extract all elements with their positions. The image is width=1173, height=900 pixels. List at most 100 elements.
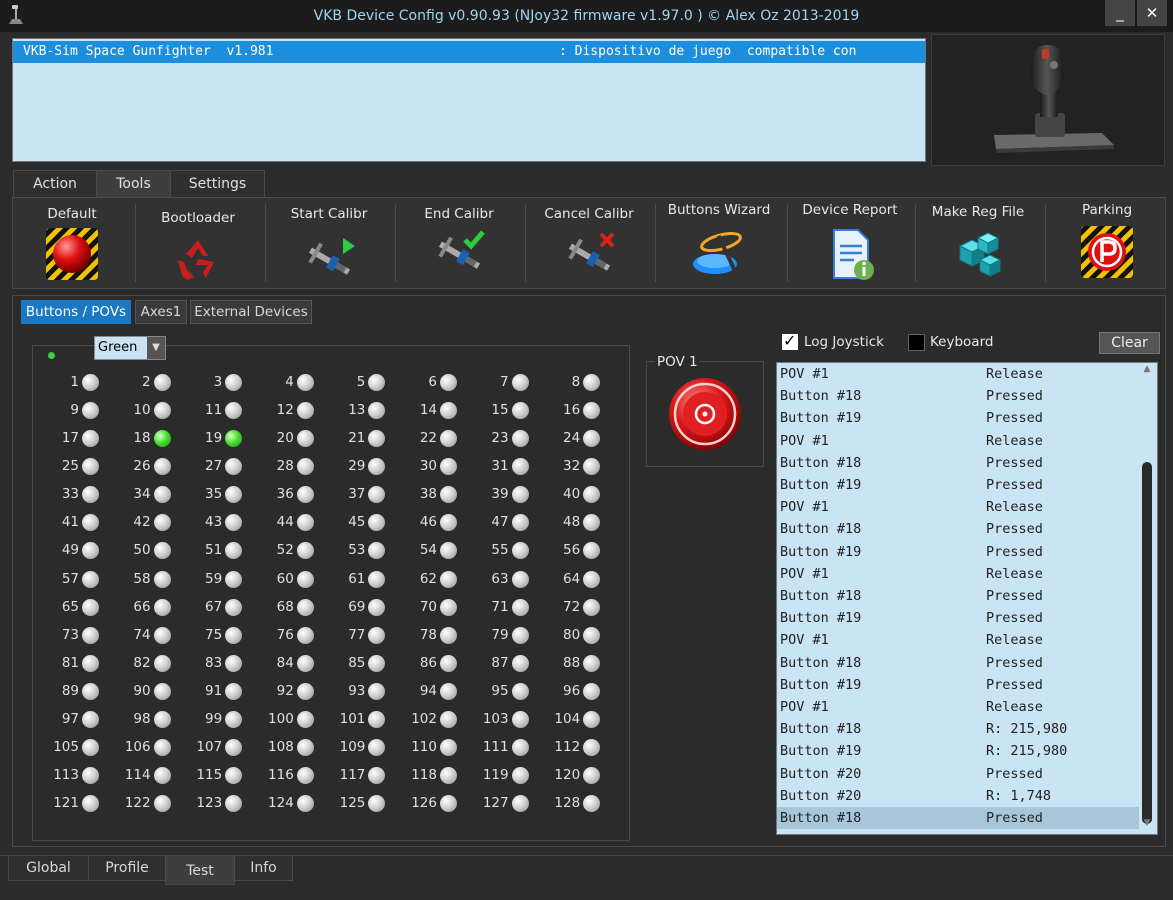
cancel-calibr-button[interactable]: Cancel Calibr [529, 198, 649, 288]
subtab-external-devices[interactable]: External Devices [190, 300, 312, 324]
led-color-select[interactable]: Green ▼ [94, 336, 166, 360]
device-list[interactable]: VKB-Sim Space Gunfighter v1.981 : Dispos… [12, 38, 926, 162]
start-calibr-button[interactable]: Start Calibr [269, 198, 389, 288]
button-led-icon [296, 542, 314, 560]
log-scroll-thumb[interactable] [1142, 462, 1152, 824]
joystick-button-40: 40 [532, 485, 602, 505]
log-row[interactable]: Button #18 Pressed [777, 518, 1139, 540]
parking-button[interactable]: Parking [1049, 198, 1165, 288]
button-led-icon [511, 682, 529, 700]
default-button[interactable]: Default [13, 198, 131, 288]
button-number: 8 [571, 374, 581, 390]
scroll-down-icon[interactable]: ▼ [1141, 818, 1153, 832]
log-row[interactable]: Button #19 Pressed [777, 407, 1139, 429]
make-reg-file-button[interactable]: Make Reg File [919, 198, 1037, 288]
joystick-button-31: 31 [461, 457, 531, 477]
registry-cubes-icon [950, 224, 1006, 280]
button-number: 96 [563, 682, 581, 699]
log-row[interactable]: Button #18 Pressed [777, 585, 1139, 607]
subtab-buttons-povs[interactable]: Buttons / POVs [21, 300, 131, 324]
log-row[interactable]: POV #1 Release [777, 496, 1139, 518]
button-led-icon [368, 626, 386, 644]
log-item: Button #18 [780, 388, 862, 405]
scroll-up-icon[interactable]: ▲ [1141, 364, 1153, 378]
bottom-tab-global[interactable]: Global [8, 856, 89, 881]
chevron-down-icon[interactable]: ▼ [147, 337, 165, 359]
tab-action[interactable]: Action [13, 170, 97, 198]
button-led-icon [368, 710, 386, 728]
keyboard-checkbox[interactable] [908, 334, 925, 351]
joystick-button-120: 120 [532, 766, 602, 786]
log-state: Pressed [986, 654, 1043, 671]
event-log-list[interactable]: POV #1 Release Button #18 Pressed Button #19… [776, 362, 1158, 835]
button-led-icon [153, 710, 171, 728]
device-report-button[interactable]: Device Report [791, 198, 909, 288]
log-row[interactable]: Button #18 Pressed [777, 385, 1139, 407]
button-led-icon [296, 486, 314, 504]
log-joystick-checkbox[interactable]: ✓ [782, 331, 798, 350]
clear-button[interactable]: Clear [1099, 332, 1160, 354]
log-row[interactable]: Button #18 Pressed [777, 652, 1139, 674]
bottom-tab-profile[interactable]: Profile [88, 856, 166, 881]
close-button[interactable]: ✕ [1137, 0, 1167, 26]
log-row[interactable]: Button #18 R: 215,980 [777, 718, 1139, 740]
log-row[interactable]: Button #20 Pressed [777, 763, 1139, 785]
button-led-icon [153, 654, 171, 672]
log-row[interactable]: Button #18 Pressed [777, 452, 1139, 474]
end-calibr-button[interactable]: End Calibr [399, 198, 519, 288]
log-row[interactable]: Button #19 Pressed [777, 607, 1139, 629]
button-number: 22 [419, 430, 437, 447]
button-led-icon [153, 598, 171, 616]
joystick-button-66: 66 [103, 598, 173, 618]
log-row[interactable]: Button #20 R: 1,748 [777, 785, 1139, 807]
device-list-item[interactable]: VKB-Sim Space Gunfighter v1.981 : Dispos… [13, 41, 925, 63]
tab-settings[interactable]: Settings [170, 170, 265, 198]
buttons-wizard-button[interactable]: Buttons Wizard [659, 198, 779, 288]
bootloader-button[interactable]: Bootloader [139, 198, 257, 288]
joystick-button-18: 18 [103, 429, 173, 449]
button-number: 93 [348, 682, 366, 699]
log-row[interactable]: POV #1 Release [777, 430, 1139, 452]
button-number: 4 [285, 374, 294, 390]
log-row[interactable]: Button #19 Pressed [777, 541, 1139, 563]
log-row[interactable]: Button #19 R: 215,980 [777, 740, 1139, 762]
tab-tools[interactable]: Tools [96, 170, 171, 198]
button-number: 92 [276, 682, 294, 699]
button-led-icon [583, 598, 601, 616]
joystick-button-38: 38 [389, 485, 459, 505]
log-row[interactable]: POV #1 Release [777, 363, 1139, 385]
log-row[interactable]: Button #19 Pressed [777, 474, 1139, 496]
log-state: Pressed [986, 388, 1043, 405]
button-led-icon [440, 430, 457, 448]
joystick-button-77: 77 [317, 626, 387, 646]
button-led-icon [225, 682, 243, 700]
log-item: POV #1 [780, 432, 829, 449]
log-row[interactable]: POV #1 Release [777, 696, 1139, 718]
log-row[interactable]: Button #19 Pressed [777, 674, 1139, 696]
button-led-icon [296, 682, 314, 700]
bottom-tab-info[interactable]: Info [234, 856, 293, 881]
bottom-tab-test[interactable]: Test [165, 856, 235, 885]
log-row[interactable]: POV #1 Release [777, 629, 1139, 651]
joystick-button-63: 63 [461, 570, 531, 590]
log-row[interactable]: POV #1 Release [777, 563, 1139, 585]
button-led-icon [153, 542, 171, 560]
joystick-button-118: 118 [389, 766, 459, 786]
make-reg-file-label: Make Reg File [931, 204, 1025, 220]
minimize-button[interactable]: _ [1105, 0, 1135, 26]
button-led-icon [511, 542, 529, 560]
subtab-axes1[interactable]: Axes1 [135, 300, 187, 324]
button-number: 106 [124, 738, 151, 755]
button-led-icon [225, 542, 243, 560]
button-number: 9 [70, 402, 79, 419]
joystick-button-122: 122 [103, 794, 173, 814]
button-led-icon [296, 598, 314, 616]
log-item: Button #19 [780, 610, 862, 627]
log-row[interactable]: Button #18 Pressed [777, 807, 1139, 829]
joystick-button-121: 121 [31, 794, 101, 814]
tools-toolbar: Default Bootloader Start Calibr End Calibr C… [12, 197, 1166, 289]
button-number: 69 [348, 598, 366, 615]
button-number: 75 [205, 626, 223, 643]
joystick-button-43: 43 [174, 513, 244, 533]
button-led-icon [225, 626, 243, 644]
